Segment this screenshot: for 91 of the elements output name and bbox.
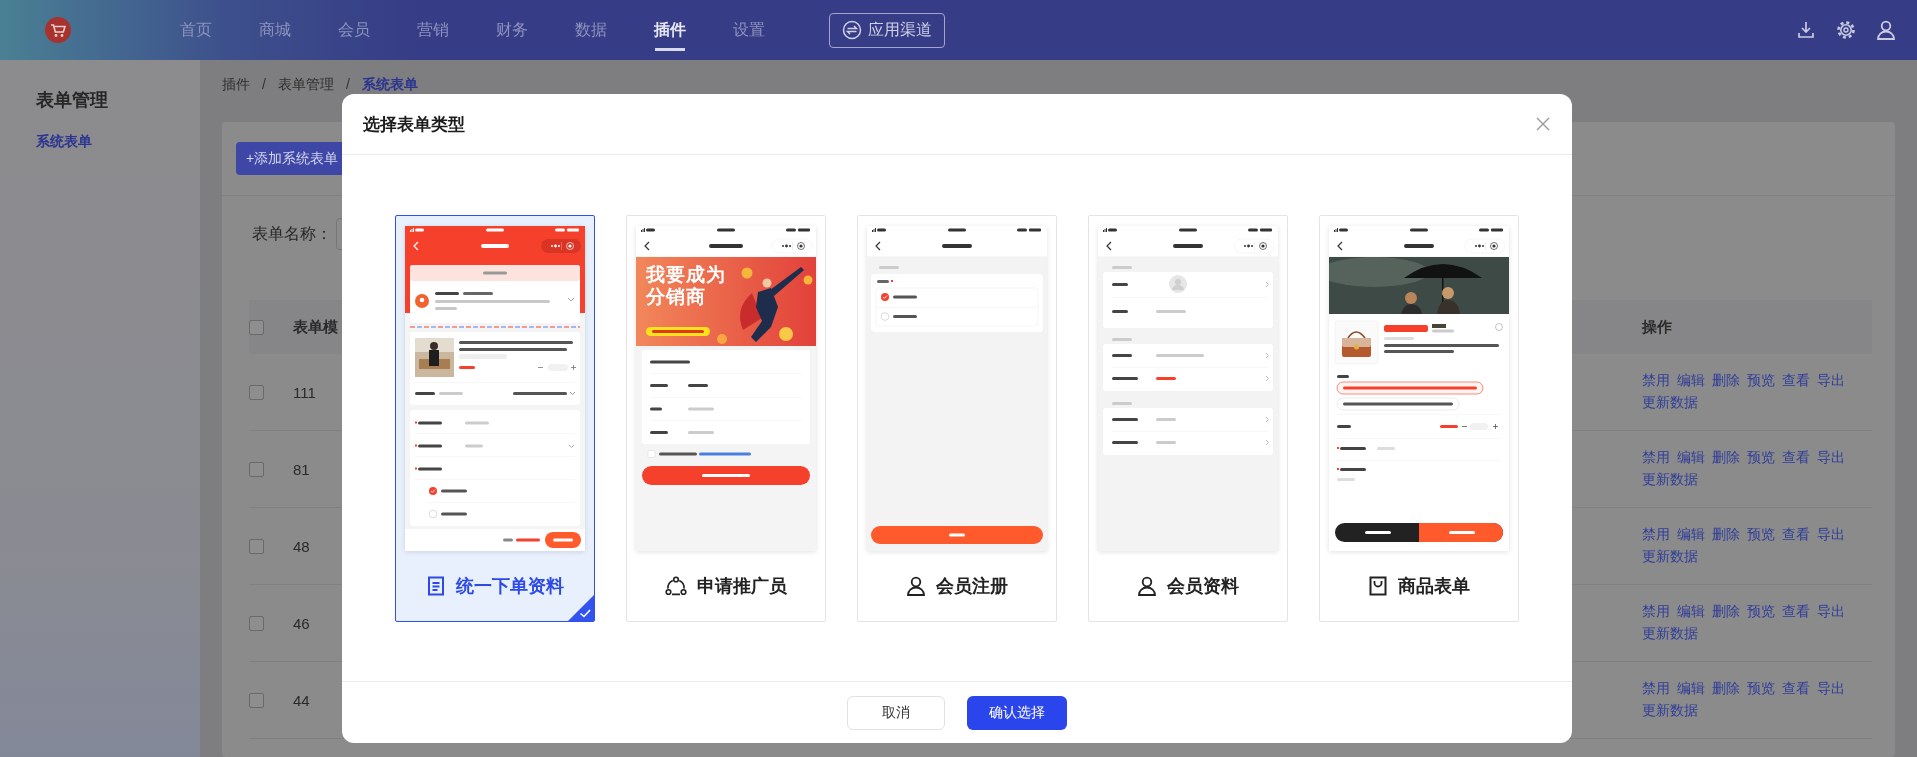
action-link[interactable]: 预览 [1747,372,1775,390]
download-icon[interactable] [1796,20,1816,40]
action-link[interactable]: 预览 [1747,526,1775,544]
banner-headline: 分销商 [646,285,706,308]
checkbox[interactable] [249,615,264,631]
breadcrumb-link[interactable]: 插件 [222,76,250,92]
action-link[interactable]: 查看 [1782,526,1810,544]
action-link[interactable]: 查看 [1782,449,1810,467]
breadcrumb-link[interactable]: 表单管理 [277,76,334,92]
share-icon [665,576,687,596]
action-link[interactable]: 预览 [1747,449,1775,467]
action-link[interactable]: 删除 [1712,449,1740,467]
action-link[interactable]: 查看 [1782,680,1810,698]
action-link[interactable]: 编辑 [1677,372,1705,390]
card-label: 会员资料 [1167,575,1239,598]
bag-icon [1368,576,1388,596]
table-cell-text: 111 [293,383,317,401]
form-type-card[interactable]: 会员资料 [1088,215,1288,622]
action-link[interactable]: 禁用 [1642,680,1670,698]
action-link[interactable]: 删除 [1712,680,1740,698]
form-type-card[interactable]: 会员注册 [857,215,1057,622]
action-link[interactable]: 更新数据 [1642,471,1698,489]
user-icon [906,576,926,596]
nav-tab[interactable]: 营销 [417,0,449,60]
form-type-card[interactable]: 我要成为 分销商 申请推广员 [626,215,826,622]
form-type-card[interactable]: 统一下单资料 [395,215,595,622]
action-link[interactable]: 编辑 [1677,526,1705,544]
action-link[interactable]: 删除 [1712,526,1740,544]
banner-headline: 我要成为 [646,264,726,286]
checkbox[interactable] [249,692,264,708]
channel-button[interactable]: 应用渠道 [829,12,945,48]
nav-tab[interactable]: 会员 [338,0,370,60]
action-link[interactable]: 编辑 [1677,449,1705,467]
nav-tab[interactable]: 财务 [496,0,528,60]
action-link[interactable]: 预览 [1747,603,1775,621]
nav-tab[interactable]: 首页 [180,0,212,60]
card-label: 商品表单 [1398,575,1470,598]
checkbox[interactable] [249,538,264,554]
dialog-title: 选择表单类型 [363,113,465,136]
action-link[interactable]: 删除 [1712,603,1740,621]
table-cell-text: 81 [293,460,311,478]
action-link[interactable]: 查看 [1782,603,1810,621]
checkbox[interactable] [249,384,264,400]
action-link[interactable]: 更新数据 [1642,394,1698,412]
filter-label: 表单名称： [252,223,332,244]
action-link[interactable]: 编辑 [1677,603,1705,621]
breadcrumb-separator: / [345,76,350,92]
action-link[interactable]: 更新数据 [1642,702,1698,720]
user-icon[interactable] [1876,20,1896,40]
card-label: 申请推广员 [697,575,787,598]
sidebar-title: 表单管理 [36,89,109,112]
logo-icon[interactable] [45,17,71,43]
action-link[interactable]: 禁用 [1642,449,1670,467]
column-header: 表单模 [293,317,339,337]
action-link[interactable]: 导出 [1817,372,1845,390]
action-link[interactable]: 预览 [1747,680,1775,698]
table-cell-text: 48 [293,537,311,555]
checkbox[interactable] [249,461,264,477]
action-link[interactable]: 编辑 [1677,680,1705,698]
table-cell-text: 46 [293,614,311,632]
swap-icon [842,20,862,40]
card-label: 会员注册 [936,575,1008,598]
table-cell-text: 44 [293,691,311,709]
action-link[interactable]: 禁用 [1642,603,1670,621]
action-link[interactable]: 更新数据 [1642,625,1698,643]
card-label: 统一下单资料 [456,575,564,598]
form-type-card[interactable]: 商品表单 [1319,215,1519,622]
sidebar-item[interactable]: 系统表单 [36,132,92,150]
checkbox[interactable] [249,319,264,335]
action-link[interactable]: 删除 [1712,372,1740,390]
confirm-button[interactable]: 确认选择 [967,695,1067,730]
nav-tab[interactable]: 商城 [259,0,291,60]
nav-tab[interactable]: 设置 [733,0,765,60]
action-link[interactable]: 查看 [1782,372,1810,390]
action-link[interactable]: 禁用 [1642,372,1670,390]
action-link[interactable]: 导出 [1817,680,1845,698]
action-link[interactable]: 导出 [1817,449,1845,467]
action-link[interactable]: 更新数据 [1642,548,1698,566]
nav-tab[interactable]: 数据 [575,0,607,60]
action-link[interactable]: 导出 [1817,603,1845,621]
user-icon [1137,576,1157,596]
document-icon [426,576,446,596]
cancel-button[interactable]: 取消 [847,695,945,730]
settings-icon[interactable] [1836,20,1856,40]
column-header: 操作 [1642,317,1673,337]
action-link[interactable]: 导出 [1817,526,1845,544]
action-link[interactable]: 禁用 [1642,526,1670,544]
close-icon[interactable] [1536,117,1550,131]
breadcrumb-link[interactable]: 系统表单 [361,76,418,92]
breadcrumb-separator: / [262,76,266,92]
check-icon [568,595,594,621]
